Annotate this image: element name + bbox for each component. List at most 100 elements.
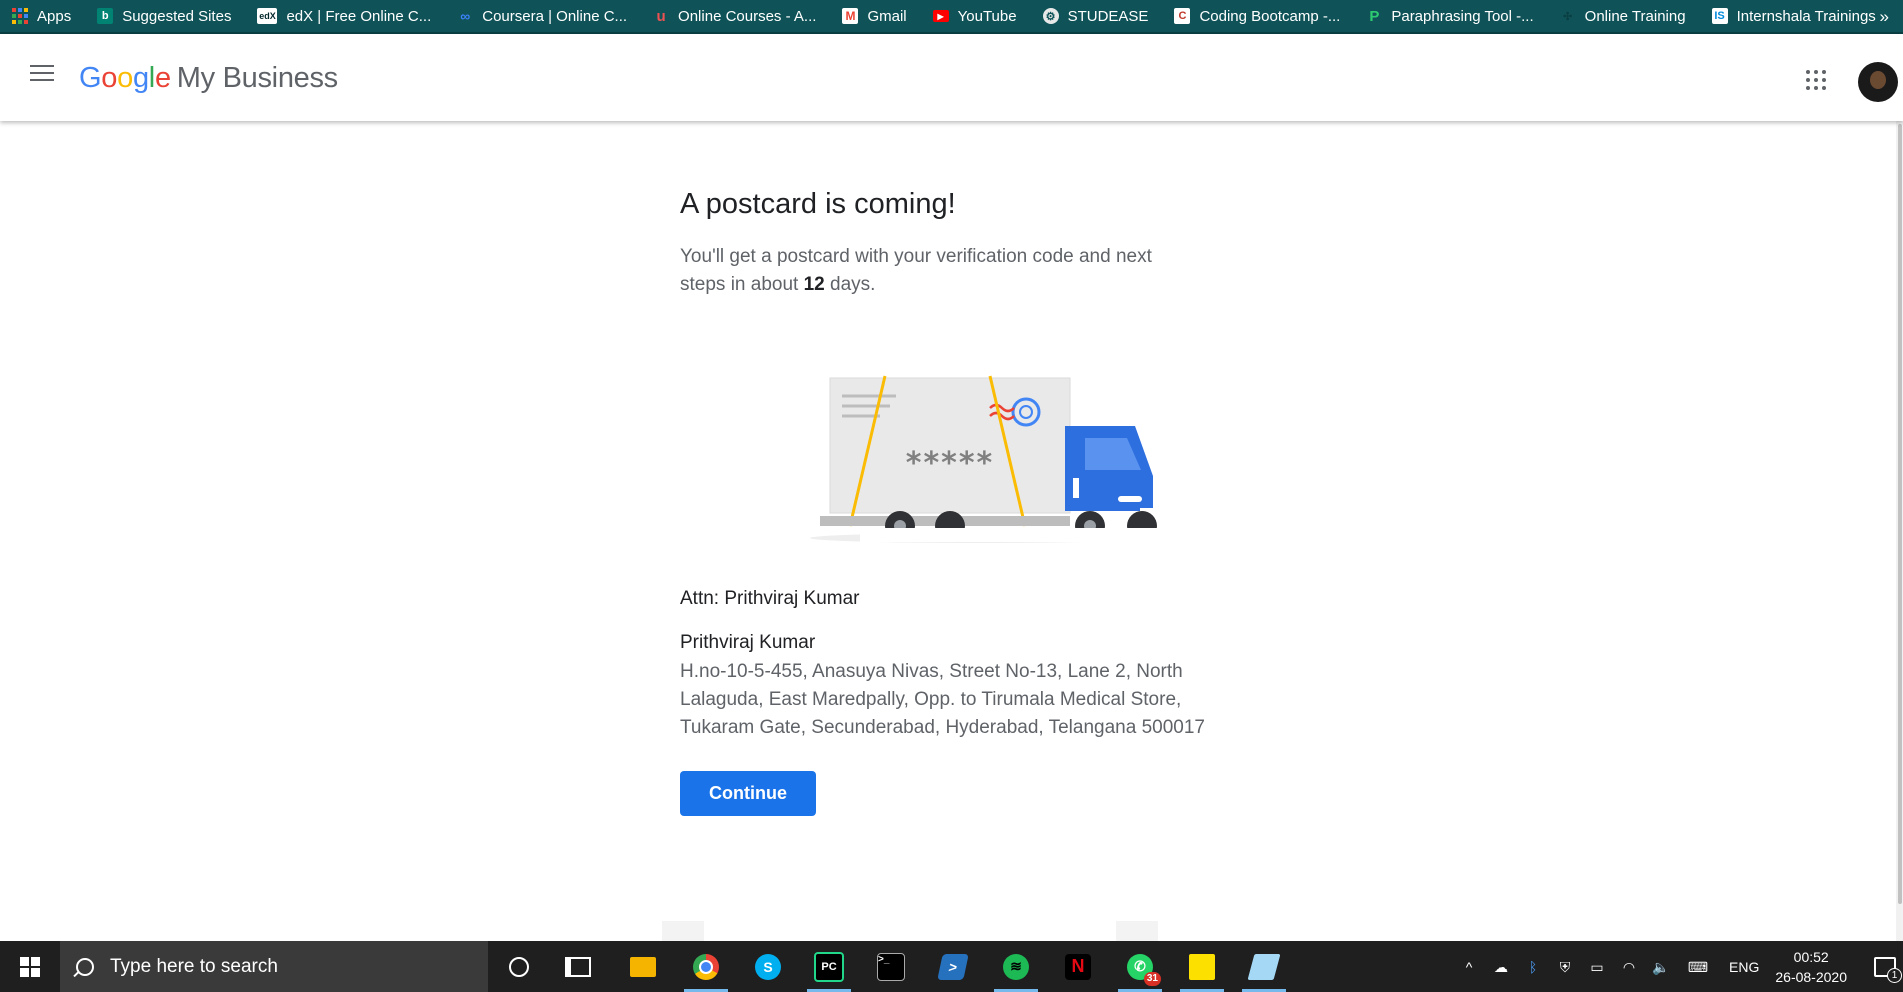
google-my-business-logo[interactable]: Google My Business — [79, 62, 338, 95]
logo-letter: e — [154, 62, 171, 94]
wifi-icon[interactable]: ◠ — [1620, 960, 1638, 974]
bookmarks-overflow-button[interactable]: » — [1880, 0, 1889, 34]
taskbar-sticky-notes[interactable] — [1174, 941, 1230, 992]
bookmark-udemy[interactable]: u Online Courses - A... — [653, 0, 816, 33]
spotify-icon: ≋ — [1003, 953, 1029, 980]
udemy-icon: u — [656, 7, 666, 25]
recipient-name: Prithviraj Kumar — [680, 632, 816, 653]
bookmark-label: Coursera | Online C... — [482, 7, 628, 25]
continue-button[interactable]: Continue — [680, 771, 816, 816]
days-count: 12 — [803, 274, 825, 295]
bookmark-label: Online Training — [1584, 7, 1686, 25]
bookmark-label: STUDEASE — [1067, 7, 1149, 25]
logo-letter: o — [117, 62, 133, 94]
taskbar-netflix[interactable]: N — [1050, 941, 1106, 992]
task-view-icon — [565, 956, 591, 977]
page-title: A postcard is coming! — [680, 188, 956, 220]
folder-icon — [630, 956, 656, 977]
bookmark-youtube[interactable]: ▶ YouTube — [932, 0, 1017, 33]
bookmark-label: Paraphrasing Tool -... — [1391, 7, 1534, 25]
taskbar-search[interactable]: Type here to search — [60, 941, 488, 992]
taskbar-file-explorer[interactable] — [615, 941, 671, 992]
windows-icon — [20, 956, 40, 977]
recipient-address: H.no-10-5-455, Anasuya Nivas, Street No-… — [680, 661, 1205, 738]
bookmark-suggested-sites[interactable]: b Suggested Sites — [97, 0, 231, 33]
logo-letter: g — [132, 62, 149, 94]
start-button[interactable] — [0, 941, 60, 992]
bookmark-coursera[interactable]: ∞ Coursera | Online C... — [457, 0, 627, 33]
skype-icon: S — [755, 953, 781, 980]
bookmark-label: Coding Bootcamp -... — [1199, 7, 1341, 25]
security-shield-icon[interactable]: ⛨ — [1556, 960, 1574, 974]
keyboard-icon[interactable]: ⌨ — [1684, 960, 1712, 974]
bookmark-label: Online Courses - A... — [678, 7, 817, 25]
bookmark-paraphrasing-tool[interactable]: P Paraphrasing Tool -... — [1366, 0, 1533, 33]
taskbar-skype[interactable]: S — [740, 941, 796, 992]
search-icon — [76, 957, 94, 976]
app-header: Google My Business — [0, 34, 1903, 121]
netflix-icon: N — [1065, 953, 1091, 980]
sticky-notes-icon — [1189, 953, 1215, 980]
bookmark-label: YouTube — [957, 7, 1017, 25]
taskbar-chrome[interactable] — [678, 941, 734, 992]
desc-text-end: days. — [824, 274, 876, 295]
pycharm-icon: PC — [814, 951, 844, 982]
language-indicator[interactable]: ENG — [1729, 959, 1759, 975]
bookmark-apps[interactable]: Apps — [12, 0, 71, 33]
taskbar-whatsapp[interactable]: ✆ 31 — [1112, 941, 1168, 992]
clock-date: 26-08-2020 — [1775, 968, 1847, 985]
bookmark-internshala[interactable]: IS Internshala Trainings — [1711, 0, 1876, 33]
whatsapp-icon: ✆ 31 — [1127, 953, 1161, 986]
verification-panel: A postcard is coming! You'll get a postc… — [680, 188, 1240, 816]
clock[interactable]: 00:52 26-08-2020 — [1775, 947, 1847, 987]
taskbar-pycharm[interactable]: PC — [801, 941, 857, 992]
bookmark-coding-bootcamp[interactable]: C Coding Bootcamp -... — [1174, 0, 1340, 33]
battery-icon[interactable]: ▭ — [1588, 960, 1606, 974]
notification-icon: 1 — [1874, 956, 1902, 983]
bookmark-label: Suggested Sites — [122, 7, 232, 25]
paraphrasing-icon: P — [1369, 7, 1380, 25]
hamburger-icon — [30, 65, 54, 67]
edx-icon: edX — [257, 8, 278, 24]
volume-icon[interactable]: 🔈 — [1652, 960, 1670, 974]
chevron-up-icon[interactable]: ^ — [1460, 960, 1478, 974]
gmail-icon: M — [842, 8, 859, 24]
logo-letter: o — [101, 62, 118, 94]
bookmark-online-training[interactable]: ✣ Online Training — [1560, 0, 1686, 33]
taskbar-app[interactable] — [1236, 941, 1292, 992]
main-menu-button[interactable] — [30, 65, 54, 85]
logo-letter: G — [79, 62, 102, 94]
task-view-button[interactable] — [550, 941, 606, 992]
bluetooth-icon[interactable]: ᛒ — [1524, 960, 1542, 974]
chrome-icon — [693, 953, 719, 980]
bookmark-gmail[interactable]: M Gmail — [842, 0, 907, 33]
attention-line: Attn: Prithviraj Kumar — [680, 588, 860, 609]
windows-taskbar: Type here to search S PC >_ > ≋ N ✆ 31 ^ — [0, 941, 1903, 992]
bookmark-label: Apps — [37, 7, 72, 25]
cortana-button[interactable] — [491, 941, 547, 992]
google-apps-icon[interactable] — [1806, 70, 1826, 90]
avatar[interactable] — [1858, 62, 1898, 102]
page-footer-peek — [662, 921, 704, 941]
whatsapp-badge: 31 — [1143, 971, 1161, 986]
masked-code: ***** — [906, 446, 994, 481]
terminal-icon: >_ — [877, 952, 905, 981]
apps-grid-icon — [12, 8, 28, 24]
bookmark-edx[interactable]: edX edX | Free Online C... — [257, 0, 431, 33]
internshala-icon: IS — [1711, 8, 1728, 24]
notepad-icon — [1247, 953, 1281, 980]
bookmark-label: Internshala Trainings — [1736, 7, 1876, 25]
scrollbar-thumb[interactable] — [1898, 124, 1902, 904]
taskbar-terminal[interactable]: >_ — [863, 941, 919, 992]
postcard-truck-illustration: ***** — [810, 375, 1166, 543]
bookmark-studease[interactable]: ⚙ STUDEASE — [1042, 0, 1149, 33]
bootcamp-icon: C — [1174, 8, 1191, 24]
taskbar-powershell[interactable]: > — [925, 941, 981, 992]
taskbar-spotify[interactable]: ≋ — [988, 941, 1044, 992]
onedrive-icon[interactable]: ☁ — [1492, 960, 1510, 974]
desc-text: You'll get a postcard with your verifica… — [680, 246, 1152, 295]
clock-time: 00:52 — [1793, 948, 1829, 965]
notification-center-button[interactable]: 1 — [1867, 941, 1903, 992]
coursera-icon: ∞ — [460, 8, 471, 24]
training-icon: ✣ — [1563, 10, 1573, 23]
